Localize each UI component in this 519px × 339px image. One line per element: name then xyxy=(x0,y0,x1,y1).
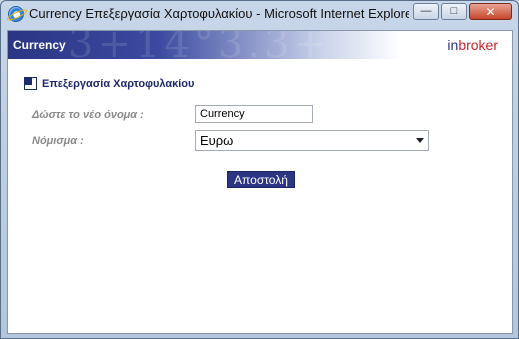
section-square-icon xyxy=(24,77,37,90)
currency-selected-value: Ευρω xyxy=(200,133,234,148)
internet-explorer-icon xyxy=(8,6,24,22)
banner-title: Currency xyxy=(13,38,66,52)
window-controls: — □ ✕ xyxy=(413,3,512,20)
title-bar[interactable]: Currency Επεξεργασία Χαρτοφυλακίου - Mic… xyxy=(1,1,518,27)
header-banner: 3+14°3.3+ Currency inbroker xyxy=(8,31,512,59)
window-title: Currency Επεξεργασία Χαρτοφυλακίου - Mic… xyxy=(29,6,409,21)
page-content: 3+14°3.3+ Currency inbroker Επεξεργασία … xyxy=(7,30,513,334)
portfolio-name-input[interactable] xyxy=(195,105,313,123)
maximize-button[interactable]: □ xyxy=(441,3,467,20)
submit-button[interactable]: Αποστολή xyxy=(227,171,295,188)
popup-window: Currency Επεξεργασία Χαρτοφυλακίου - Mic… xyxy=(0,0,519,339)
section-header: Επεξεργασία Χαρτοφυλακίου xyxy=(24,77,194,90)
section-title: Επεξεργασία Χαρτοφυλακίου xyxy=(42,77,195,90)
minimize-button[interactable]: — xyxy=(413,3,439,20)
close-button[interactable]: ✕ xyxy=(469,3,512,20)
chevron-down-icon[interactable] xyxy=(416,138,424,143)
brand-logo: inbroker xyxy=(447,37,498,53)
brand-logo-broker: broker xyxy=(458,37,498,53)
currency-label: Νόμισμα : xyxy=(32,135,84,147)
brand-logo-in: in xyxy=(447,37,459,53)
currency-select[interactable]: Ευρω xyxy=(195,130,429,151)
name-label: Δώστε το νέο όνομα : xyxy=(32,109,144,121)
banner-decoration: 3+14°3.3+ xyxy=(68,31,331,59)
